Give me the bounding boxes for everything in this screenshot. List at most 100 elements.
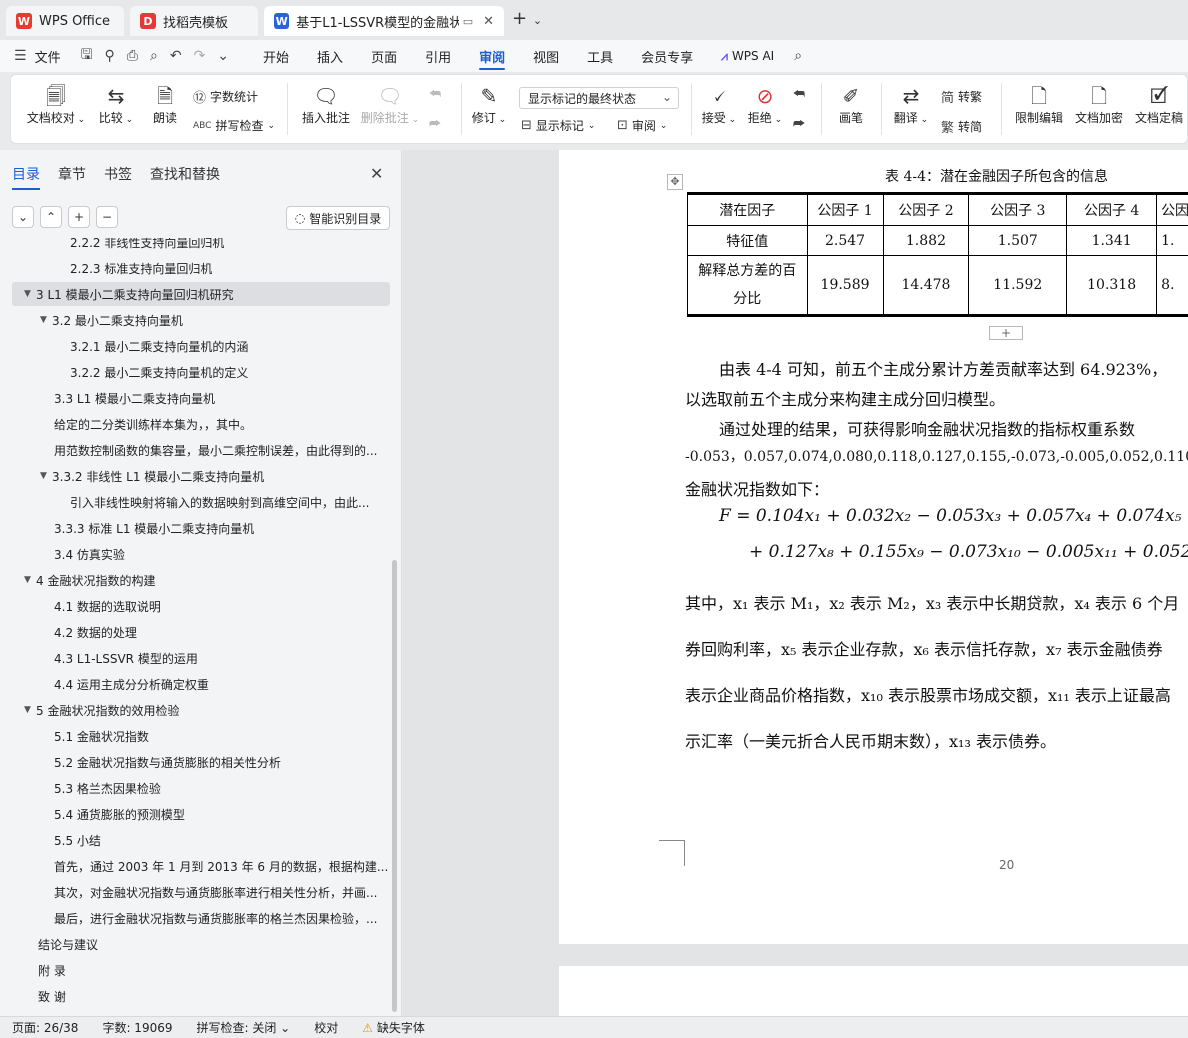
word-count-indicator[interactable]: 字数: 19069 — [90, 1019, 184, 1036]
toc-item[interactable]: 最后，进行金融状况指数与通货膨胀率的格兰杰因果检验，... — [12, 906, 390, 930]
expand-triangle-icon[interactable]: ▼ — [24, 289, 36, 299]
wps-ai-button[interactable]: ⩘ WPS AI — [707, 40, 788, 72]
pen-button[interactable]: ✐ 画笔 — [831, 83, 871, 126]
to-simplified-button[interactable]: 繁 转简 — [941, 117, 982, 136]
add-heading-button[interactable]: + — [68, 206, 90, 228]
toc-item[interactable]: 3.3.3 标准 L1 模最小二乘支持向量机 — [12, 516, 390, 540]
search-icon[interactable]: ⌕ — [788, 48, 808, 64]
close-tab-icon[interactable]: ✕ — [483, 14, 494, 29]
more-icon[interactable]: ⌄ — [211, 48, 249, 64]
toc-item[interactable]: 2.2.3 标准支持向量回归机 — [12, 256, 390, 280]
close-icon[interactable]: ✕ — [370, 164, 383, 183]
expand-triangle-icon[interactable]: ▼ — [24, 575, 36, 585]
menu-file[interactable]: 文件 — [33, 40, 75, 72]
toc-item[interactable]: 5.3 格兰杰因果检验 — [12, 776, 390, 800]
tab-docer[interactable]: D 找稻壳模板 — [130, 6, 258, 36]
review-pane-button[interactable]: ⊡ 审阅 ⌄ — [617, 117, 667, 134]
toc-item[interactable]: ▼ 3.2 最小二乘支持向量机 — [12, 308, 390, 332]
revise-button[interactable]: ✎ 修订 ⌄ — [469, 83, 509, 126]
tab-wps-office[interactable]: W WPS Office — [6, 6, 124, 36]
toc-item[interactable]: 4.3 L1-LSSVR 模型的运用 — [12, 646, 390, 670]
to-traditional-button[interactable]: 简 转繁 — [941, 87, 982, 106]
menu-start[interactable]: 开始 — [249, 40, 303, 72]
page-indicator[interactable]: 页面: 26/38 — [0, 1019, 90, 1036]
word-count-button[interactable]: ⑫ 字数统计 — [193, 87, 258, 106]
toc-item[interactable]: 4.2 数据的处理 — [12, 620, 390, 644]
expand-triangle-icon[interactable]: ▼ — [24, 705, 36, 715]
table-move-handle[interactable]: ✥ — [667, 174, 683, 190]
spell-check-button[interactable]: ABC 拼写检查 ⌄ — [193, 117, 275, 134]
toc-item[interactable]: 3.2.2 最小二乘支持向量机的定义 — [12, 360, 390, 384]
print-icon[interactable]: ⎙ — [121, 48, 144, 64]
proofread-status[interactable]: 校对 — [302, 1019, 350, 1036]
smart-toc-button[interactable]: ◌ 智能识别目录 — [286, 206, 390, 230]
expand-triangle-icon[interactable]: ▼ — [40, 471, 52, 481]
missing-font-indicator[interactable]: ⚠ 缺失字体 — [350, 1019, 437, 1036]
markup-mode-select[interactable]: 显示标记的最终状态 ⌄ — [519, 87, 679, 109]
toc-item[interactable]: 首先，通过 2003 年 1 月到 2013 年 6 月的数据，根据构建... — [12, 854, 390, 878]
encrypt-button[interactable]: 🗋 文档加密 — [1071, 83, 1127, 126]
save-icon[interactable]: 🖫 — [75, 44, 99, 68]
toc-item[interactable]: 3.3 L1 模最小二乘支持向量机 — [12, 386, 390, 410]
undo-icon[interactable]: ↶ — [164, 48, 188, 64]
toc-item[interactable]: 3.4 仿真实验 — [12, 542, 390, 566]
collapse-up-button[interactable]: ⌃ — [40, 206, 62, 228]
expand-triangle-icon[interactable]: ▼ — [40, 315, 52, 325]
insert-comment-button[interactable]: 🗨 插入批注 — [299, 83, 353, 126]
toc-scrollbar[interactable] — [392, 560, 397, 1012]
menu-tools[interactable]: 工具 — [573, 40, 627, 72]
menu-member[interactable]: 会员专享 — [627, 40, 707, 72]
next-comment-button[interactable]: ⮫ — [429, 117, 441, 132]
tab-document[interactable]: W 基于L1-LSSVR模型的金融状况 ▭ ✕ — [264, 6, 504, 36]
delete-comment-button[interactable]: 🗨 删除批注 ⌄ — [359, 83, 421, 126]
toc-item[interactable]: 致 谢 — [12, 984, 390, 1008]
toc-item[interactable]: 4.4 运用主成分分析确定权重 — [12, 672, 390, 696]
compare-button[interactable]: ⇆ 比较 ⌄ — [95, 83, 137, 126]
toc-item[interactable]: 其次，对金融状况指数与通货膨胀率进行相关性分析，并画... — [12, 880, 390, 904]
next-change-button[interactable]: ⮫ — [793, 117, 805, 132]
translate-button[interactable]: ⇄ 翻译 ⌄ — [889, 83, 933, 126]
toc-item[interactable]: 5.4 通货膨胀的预测模型 — [12, 802, 390, 826]
redo-icon[interactable]: ↷ — [188, 48, 212, 64]
prev-comment-button[interactable]: ⮪ — [429, 87, 441, 102]
print-preview-icon[interactable]: ⌕ — [144, 48, 164, 64]
restrict-edit-button[interactable]: 🗋 限制编辑 — [1011, 83, 1067, 126]
toc-item[interactable]: 5.2 金融状况指数与通货膨胀的相关性分析 — [12, 750, 390, 774]
toc-item[interactable]: 引入非线性映射将输入的数据映射到高维空间中，由此... — [12, 490, 390, 514]
add-table-row-button[interactable]: + — [989, 326, 1023, 340]
toc-item[interactable]: 用范数控制函数的集容量，最小二乘控制误差，由此得到的... — [12, 438, 390, 462]
chevron-down-icon[interactable]: ⌄ — [533, 14, 542, 27]
toc-item[interactable]: 5.1 金融状况指数 — [12, 724, 390, 748]
toc-item[interactable]: 2.2.2 非线性支持向量回归机 — [12, 238, 390, 254]
remove-heading-button[interactable]: − — [96, 206, 118, 228]
nav-tab-find-replace[interactable]: 查找和替换 — [150, 164, 220, 190]
toc-item[interactable]: 附 录 — [12, 958, 390, 982]
screen-icon[interactable]: ▭ — [463, 15, 473, 28]
reject-button[interactable]: ⊘ 拒绝 ⌄ — [745, 83, 785, 126]
hamburger-icon[interactable]: ☰ — [0, 48, 33, 64]
toc-item[interactable]: ▼ 3.3.2 非线性 L1 模最小二乘支持向量机 — [12, 464, 390, 488]
menu-page[interactable]: 页面 — [357, 40, 411, 72]
toc-item[interactable]: 4.1 数据的选取说明 — [12, 594, 390, 618]
menu-reference[interactable]: 引用 — [411, 40, 465, 72]
toc-item[interactable]: 5.5 小结 — [12, 828, 390, 852]
collapse-down-button[interactable]: ⌄ — [12, 206, 34, 228]
toc-item[interactable]: 结论与建议 — [12, 932, 390, 956]
nav-tab-chapters[interactable]: 章节 — [58, 164, 86, 190]
menu-insert[interactable]: 插入 — [303, 40, 357, 72]
doc-proofread-button[interactable]: 🗐 文档校对 ⌄ — [25, 83, 87, 126]
menu-review[interactable]: 审阅 — [465, 40, 519, 72]
spell-check-status[interactable]: 拼写检查: 关闭 ⌄ — [185, 1019, 303, 1036]
finalize-button[interactable]: 🗹 文档定稿 — [1131, 83, 1187, 126]
toc-item[interactable]: ▼ 3 L1 模最小二乘支持向量回归机研究 — [12, 282, 390, 306]
read-aloud-button[interactable]: 🗎 朗读 — [145, 83, 185, 126]
toc-item[interactable]: 给定的二分类训练样本集为，，其中。 — [12, 412, 390, 436]
link-icon[interactable]: ⚲ — [99, 48, 121, 64]
nav-tab-bookmarks[interactable]: 书签 — [104, 164, 132, 190]
toc-item[interactable]: ▼ 4 金融状况指数的构建 — [12, 568, 390, 592]
nav-tab-toc[interactable]: 目录 — [12, 164, 40, 190]
menu-view[interactable]: 视图 — [519, 40, 573, 72]
toc-item[interactable]: ▼ 5 金融状况指数的效用检验 — [12, 698, 390, 722]
new-tab-button[interactable]: + ⌄ — [512, 8, 542, 29]
accept-button[interactable]: 🗸 接受 ⌄ — [699, 83, 739, 126]
